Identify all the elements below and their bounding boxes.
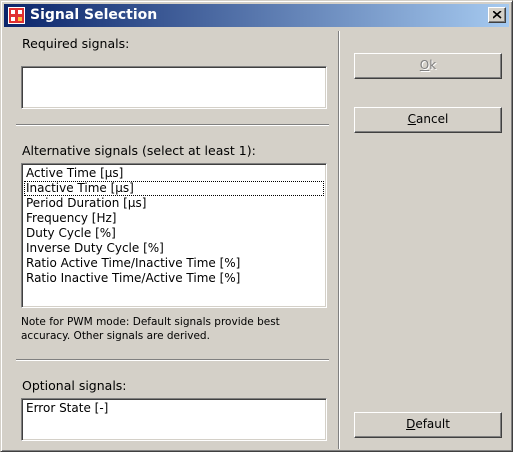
close-button[interactable] <box>488 7 506 23</box>
list-item[interactable]: Frequency [Hz] <box>24 211 324 226</box>
separator-2 <box>16 359 329 361</box>
optional-signals-list[interactable]: Error State [-] <box>21 398 327 441</box>
default-button[interactable]: Default <box>354 412 502 438</box>
default-mnemonic: D <box>406 417 416 431</box>
dialog-title: Signal Selection <box>30 7 158 23</box>
ok-mnemonic: O <box>419 58 430 72</box>
list-item[interactable]: Duty Cycle [%] <box>24 226 324 241</box>
list-item[interactable]: Period Duration [µs] <box>24 196 324 211</box>
signal-selection-dialog: Signal Selection Required signals: Alter… <box>0 0 513 452</box>
close-icon <box>493 11 502 19</box>
cancel-label-rest: ancel <box>416 112 449 126</box>
required-signals-label: Required signals: <box>22 36 130 51</box>
list-item[interactable]: Active Time [µs] <box>24 166 324 181</box>
signal-app-icon <box>8 7 25 24</box>
list-item-focused[interactable]: Inactive Time [µs] <box>24 181 324 196</box>
ok-button[interactable]: Ok <box>354 53 502 79</box>
default-label-rest: efault <box>415 417 450 431</box>
vertical-separator <box>338 31 340 449</box>
list-item[interactable]: Ratio Inactive Time/Active Time [%] <box>24 271 324 286</box>
optional-signals-label: Optional signals: <box>22 378 127 393</box>
required-signals-list[interactable] <box>21 66 327 109</box>
list-item[interactable]: Ratio Active Time/Inactive Time [%] <box>24 256 324 271</box>
pwm-note: Note for PWM mode: Default signals provi… <box>21 316 280 342</box>
separator-1 <box>16 124 329 126</box>
list-item[interactable]: Error State [-] <box>24 401 324 416</box>
signal-lists-panel: Required signals: Alternative signals (s… <box>16 31 336 446</box>
title-bar[interactable]: Signal Selection <box>4 4 509 27</box>
cancel-mnemonic: C <box>407 112 417 126</box>
ok-label-rest: k <box>429 58 437 72</box>
alternative-signals-label: Alternative signals (select at least 1): <box>22 143 256 158</box>
cancel-button[interactable]: Cancel <box>354 107 502 133</box>
alternative-signals-list[interactable]: Active Time [µs] Inactive Time [µs] Peri… <box>21 163 327 308</box>
list-item[interactable]: Inverse Duty Cycle [%] <box>24 241 324 256</box>
